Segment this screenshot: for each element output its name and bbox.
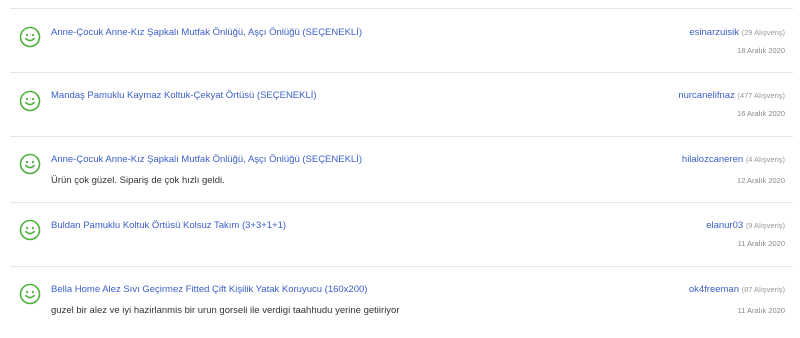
review-date: 18 Aralık 2020: [737, 46, 785, 55]
review-row: Bella Home Alez Sıvı Geçirmez Fitted Çif…: [10, 267, 793, 329]
reviewer-username[interactable]: elanur03: [706, 220, 743, 231]
purchase-count: (87 Alışveriş): [741, 285, 785, 294]
reviewer-username[interactable]: ok4freeman: [689, 284, 739, 295]
product-link[interactable]: Mandaş Pamuklu Kaymaz Koltuk-Çekyat Örtü…: [51, 90, 317, 101]
review-comment: Ürün çok güzel. Sipariş de çok hızlı gel…: [51, 175, 225, 186]
product-link[interactable]: Bella Home Alez Sıvı Geçirmez Fitted Çif…: [51, 284, 367, 295]
review-date: 11 Aralık 2020: [737, 306, 785, 315]
product-link[interactable]: Buldan Pamuklu Koltuk Örtüsü Kolsuz Takı…: [51, 220, 286, 231]
smile-icon: [19, 283, 41, 305]
review-date: 11 Aralık 2020: [737, 239, 785, 248]
smile-icon: [19, 219, 41, 241]
reviewer-username[interactable]: nurcanelifnaz: [678, 90, 735, 101]
reviewer-info: esinarzuisik (29 Alışveriş): [689, 27, 785, 38]
review-date: 12 Aralık 2020: [737, 176, 785, 185]
reviewer-info: elanur03 (9 Alışveriş): [706, 220, 785, 231]
product-link[interactable]: Anne-Çocuk Anne-Kız Şapkalı Mutfak Önlüğ…: [51, 27, 362, 38]
reviewer-info: ok4freeman (87 Alışveriş): [689, 284, 785, 295]
smile-icon: [19, 153, 41, 175]
purchase-count: (4 Alışveriş): [745, 155, 785, 164]
reviewer-info: hilalozcaneren (4 Alışveriş): [682, 154, 785, 165]
review-row: Buldan Pamuklu Koltuk Örtüsü Kolsuz Takı…: [10, 203, 793, 267]
reviewer-username[interactable]: esinarzuisik: [689, 27, 739, 38]
smile-icon: [19, 90, 41, 112]
review-date: 16 Aralık 2020: [737, 109, 785, 118]
reviewer-username[interactable]: hilalozcaneren: [682, 154, 743, 165]
review-comment: guzel bir alez ve iyi hazirlanmis bir ur…: [51, 305, 400, 316]
reviewer-info: nurcanelifnaz (477 Alışveriş): [678, 90, 785, 101]
review-row: Mandaş Pamuklu Kaymaz Koltuk-Çekyat Örtü…: [10, 73, 793, 137]
review-list: Anne-Çocuk Anne-Kız Şapkalı Mutfak Önlüğ…: [10, 0, 793, 329]
review-row: Anne-Çocuk Anne-Kız Şapkalı Mutfak Önlüğ…: [10, 8, 793, 73]
review-row: Anne-Çocuk Anne-Kız Şapkalı Mutfak Önlüğ…: [10, 137, 793, 203]
purchase-count: (9 Alışveriş): [745, 221, 785, 230]
purchase-count: (477 Alışveriş): [737, 91, 785, 100]
product-link[interactable]: Anne-Çocuk Anne-Kız Şapkalı Mutfak Önlüğ…: [51, 154, 362, 165]
purchase-count: (29 Alışveriş): [741, 28, 785, 37]
smile-icon: [19, 26, 41, 48]
